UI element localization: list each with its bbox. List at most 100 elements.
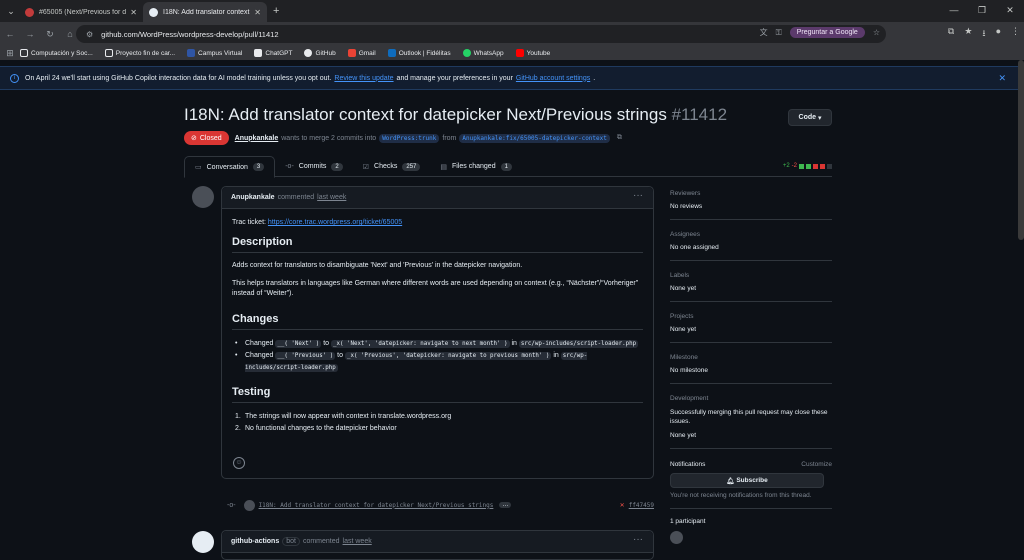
additions-count: +2: [782, 163, 790, 169]
new-tab-icon[interactable]: +: [273, 5, 279, 17]
subscribe-label: Subscribe: [736, 477, 768, 484]
kebab-menu-icon[interactable]: ···: [633, 534, 643, 545]
comment-author[interactable]: github-actions: [231, 538, 279, 545]
comment-author[interactable]: Anupkankale: [231, 194, 275, 201]
bookmark-proyecto[interactable]: Proyecto fin de car...: [104, 49, 175, 57]
apps-grid-icon[interactable]: ⊞: [0, 48, 20, 59]
restore-icon[interactable]: ❐: [968, 0, 996, 22]
tab-commits[interactable]: -o- Commits 2: [275, 156, 353, 177]
sidebar-label[interactable]: Assignees: [670, 231, 832, 238]
tab-label: Conversation: [206, 163, 248, 171]
copy-icon[interactable]: ⧉: [617, 134, 622, 142]
window-controls: — ❐ ✕: [940, 0, 1024, 22]
password-key-icon[interactable]: ⚿: [776, 28, 782, 38]
page-title: I18N: Add translator context for datepic…: [184, 105, 727, 125]
page-scrollbar[interactable]: [1018, 60, 1024, 240]
address-bar[interactable]: ⚙ github.com/WordPress/wordpress-develop…: [76, 25, 886, 43]
folder-icon: [20, 49, 28, 57]
trac-label: Trac ticket:: [232, 219, 266, 226]
bookmark-whatsapp[interactable]: WhatsApp: [462, 49, 504, 57]
avatar[interactable]: [243, 499, 255, 511]
back-icon[interactable]: ←: [0, 29, 20, 39]
inline-code: __( 'Previous' ): [275, 352, 336, 360]
account-settings-link[interactable]: GitHub account settings: [516, 75, 590, 82]
bookmark-chatgpt[interactable]: ChatGPT: [254, 49, 292, 57]
site-info-icon[interactable]: ⚙: [86, 30, 93, 39]
sidebar-development: Development Successfully merging this pu…: [670, 395, 832, 449]
bookmark-star-icon[interactable]: ☆: [873, 28, 880, 37]
inline-code: _x( 'Next', 'datepicker: navigate to nex…: [331, 340, 510, 348]
heading-testing: Testing: [232, 386, 643, 403]
close-window-icon[interactable]: ✕: [996, 0, 1024, 22]
inline-code: src/wp-includes/script-loader.php: [518, 340, 639, 348]
bookmark-label: ChatGPT: [265, 49, 293, 57]
bookmark-computacion[interactable]: Computación y Soc...: [20, 49, 93, 57]
browser-menu-icon[interactable]: ⋮: [1011, 26, 1020, 42]
comment-time[interactable]: last week: [317, 194, 346, 201]
head-branch[interactable]: Anupkankale:fix/65005-datepicker-context: [459, 133, 610, 143]
trac-link[interactable]: https://core.trac.wordpress.org/ticket/6…: [268, 219, 402, 226]
bookmark-gmail[interactable]: Gmail: [347, 49, 376, 57]
bookmark-github[interactable]: GitHub: [304, 49, 336, 57]
tab-checks[interactable]: ☑ Checks 257: [353, 156, 431, 177]
commit-icon: -o-: [285, 163, 294, 170]
reading-list-icon[interactable]: ★: [964, 26, 972, 42]
ask-google-button[interactable]: Preguntar a Google: [789, 27, 865, 38]
list-item: 1. The strings will now appear with conte…: [232, 411, 643, 423]
translate-icon[interactable]: 文: [760, 27, 768, 38]
profile-avatar-icon[interactable]: ●: [996, 26, 1001, 42]
description-paragraph: This helps translators in languages like…: [232, 280, 639, 297]
subscribe-button[interactable]: 🔔︎ Subscribe: [670, 473, 824, 488]
dismiss-banner-icon[interactable]: ✕: [998, 73, 1006, 84]
participants-count: 1 participant: [670, 518, 706, 525]
sidebar-label[interactable]: Development: [670, 395, 832, 402]
base-branch[interactable]: WordPress:trunk: [379, 133, 440, 143]
add-reaction-icon[interactable]: ☺: [233, 457, 245, 469]
author-link[interactable]: Anupkankale: [235, 135, 279, 142]
reload-icon[interactable]: ↻: [40, 29, 60, 40]
bookmark-outlook[interactable]: Outlook | Fidélitas: [387, 49, 451, 57]
tab-label: Files changed: [452, 163, 496, 170]
chatgpt-icon: [254, 49, 263, 57]
close-tab-icon[interactable]: ✕: [254, 8, 261, 17]
diffstat-box: [827, 163, 832, 169]
browser-tab-1[interactable]: #65005 (Next/Previous for date ✕: [19, 2, 143, 22]
sidebar-label[interactable]: Labels: [670, 272, 832, 279]
comment-time[interactable]: last week: [343, 538, 372, 545]
tab-conversation[interactable]: ▭ Conversation 3: [184, 156, 276, 178]
sidebar-value: None yet: [670, 432, 697, 439]
bookmark-youtube[interactable]: Youtube: [515, 49, 551, 57]
commit-sha-link[interactable]: ff47459: [629, 502, 654, 509]
browser-tab-2[interactable]: I18N: Add translator context fo ✕: [143, 2, 267, 22]
review-update-link[interactable]: Review this update: [334, 75, 393, 82]
inline-code: __( 'Next' ): [275, 340, 322, 348]
bookmark-campus[interactable]: Campus Virtual: [187, 49, 242, 57]
bookmark-label: Outlook | Fidélitas: [398, 49, 451, 57]
avatar[interactable]: [670, 531, 683, 544]
change-text: to: [337, 352, 344, 359]
tab-search-icon[interactable]: ⌄: [3, 3, 19, 19]
sidebar-label[interactable]: Reviewers: [670, 190, 832, 197]
expand-commit-button[interactable]: …: [499, 502, 512, 508]
code-button[interactable]: Code ▾: [788, 109, 832, 126]
downloads-icon[interactable]: ⭳: [982, 26, 985, 42]
bookmark-label: Youtube: [526, 49, 551, 57]
avatar[interactable]: [192, 186, 214, 208]
commit-message-link[interactable]: I18N: Add translator context for datepic…: [259, 502, 494, 509]
tab-files-changed[interactable]: ▤ Files changed 1: [430, 156, 522, 177]
sidebar-milestone: Milestone No milestone: [670, 354, 832, 384]
sidebar-label[interactable]: Projects: [670, 313, 832, 320]
forward-icon[interactable]: →: [20, 29, 40, 39]
sidebar-value: No milestone: [670, 367, 708, 374]
sidebar-label[interactable]: Milestone: [670, 354, 832, 361]
extensions-icon[interactable]: ⧉: [948, 26, 954, 42]
minimize-icon[interactable]: —: [940, 0, 968, 22]
tab-title: #65005 (Next/Previous for date: [39, 8, 127, 16]
close-tab-icon[interactable]: ✕: [130, 8, 137, 17]
kebab-menu-icon[interactable]: ···: [633, 190, 643, 201]
customize-link[interactable]: Customize: [801, 461, 832, 468]
bookmark-label: WhatsApp: [473, 49, 504, 57]
failed-x-icon[interactable]: ✕: [620, 502, 625, 509]
banner-text: .: [593, 74, 596, 82]
diffstat-box: [813, 163, 818, 169]
